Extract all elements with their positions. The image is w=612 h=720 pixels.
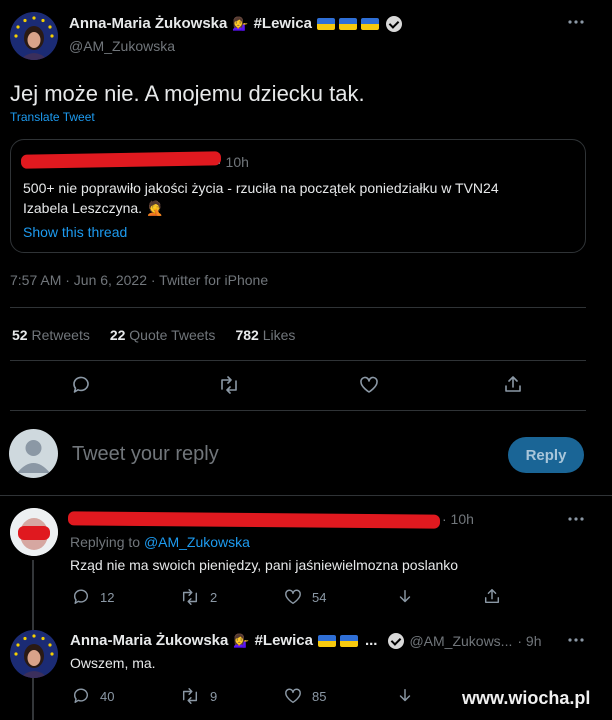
verified-badge-icon (385, 15, 402, 32)
redacted-reply1-author (67, 511, 441, 529)
retweet-icon[interactable] (218, 375, 240, 395)
reply1-retweet-count: 2 (210, 589, 218, 605)
reply1-more-options-icon[interactable] (566, 515, 586, 523)
verified-badge-icon (388, 632, 405, 649)
reply-icon[interactable] (71, 375, 91, 395)
reply2-time: · 9h (517, 632, 542, 649)
likes-label: Likes (262, 327, 296, 343)
quoted-tweet-text-line2: Izabela Leszczyna. 🤦 (23, 200, 164, 216)
reply2-reply-count: 40 (100, 688, 115, 704)
reply2-react-icon[interactable] (396, 687, 414, 705)
reply-icon (73, 589, 88, 605)
person-gesture-icon: 💁‍♀️ (233, 632, 250, 648)
reply1-time: · 10h (442, 511, 474, 527)
show-thread-link[interactable]: Show this thread (23, 224, 127, 240)
reply1-text: Rząd nie ma swoich pieniędzy, pani jaśni… (70, 557, 459, 573)
like-icon (285, 589, 301, 605)
quoted-tweet-time: · 10h (217, 154, 249, 170)
watermark: www.wiocha.pl (462, 688, 591, 708)
replying-to-handle[interactable]: @AM_Zukowska (144, 534, 250, 550)
reply2-reply-action[interactable]: 40 (72, 687, 114, 705)
reply2-retweet-count: 9 (210, 688, 218, 704)
likes-count: 782 (235, 327, 259, 343)
user-avatar[interactable] (9, 429, 58, 478)
reply-button[interactable]: Reply (508, 437, 584, 473)
reply1-retweet-action[interactable]: 2 (180, 588, 217, 606)
reply2-like-action[interactable]: 85 (284, 687, 326, 705)
redacted-quoted-author (20, 151, 222, 169)
share-icon[interactable] (503, 374, 523, 394)
reply1-like-action[interactable]: 54 (284, 588, 326, 606)
reply-button-label: Reply (525, 446, 567, 464)
reply1-share-icon[interactable] (483, 587, 501, 605)
reply1-avatar[interactable] (10, 508, 58, 556)
author-avatar[interactable] (10, 12, 58, 60)
reply2-text: Owszem, ma. (70, 655, 156, 671)
reply2-name-ellipsis: ... (364, 632, 378, 649)
reply2-more-options-icon[interactable] (566, 636, 586, 644)
reply2-author-tag[interactable]: #Lewica (255, 632, 313, 649)
replying-to-label: Replying to (70, 534, 141, 550)
ukraine-flag-icon (316, 17, 381, 30)
ukraine-flag-icon (317, 634, 360, 647)
reply2-handle[interactable]: @AM_Zukows... (409, 633, 512, 649)
quoted-tweet-card[interactable]: · 10h 500+ nie poprawiło jakości życia -… (10, 139, 586, 253)
reply1-reply-count: 12 (100, 589, 115, 605)
translate-tweet-link[interactable]: Translate Tweet (10, 110, 95, 124)
reply2-retweet-action[interactable]: 9 (180, 687, 217, 705)
quote-tweets-count: 22 (109, 327, 126, 343)
author-handle[interactable]: @AM_Zukowska (69, 38, 175, 54)
reply-icon (73, 688, 88, 704)
retweet-icon (182, 589, 198, 605)
reply1-like-count: 54 (312, 589, 327, 605)
reply2-avatar[interactable] (10, 630, 58, 678)
likes-stat[interactable]: 782 Likes (235, 327, 295, 343)
quote-tweets-stat[interactable]: 22 Quote Tweets (110, 327, 216, 343)
tweet-text: Jej może nie. A mojemu dziecku tak. (10, 81, 365, 106)
author-avatar-image (10, 12, 58, 60)
author-name[interactable]: Anna-Maria Żukowska (69, 15, 227, 32)
retweets-label: Retweets (31, 327, 90, 343)
quoted-tweet-text-line1: 500+ nie poprawiło jakości życia - rzuci… (23, 180, 499, 196)
reply-input[interactable]: Tweet your reply (72, 443, 492, 466)
like-icon[interactable] (359, 375, 379, 395)
reply2-like-count: 85 (312, 688, 327, 704)
retweet-icon (182, 688, 198, 704)
reply2-author-name[interactable]: Anna-Maria Żukowska (70, 632, 228, 649)
retweets-stat[interactable]: 52 Retweets (12, 327, 90, 343)
more-options-icon[interactable] (566, 18, 586, 26)
quote-tweets-label: Quote Tweets (129, 327, 216, 343)
author-tag[interactable]: #Lewica (254, 15, 312, 32)
tweet-timestamp[interactable]: 7:57 AM · Jun 6, 2022 · Twitter for iPho… (10, 272, 268, 288)
person-gesture-icon: 💁‍♀️ (232, 15, 249, 31)
reply1-reply-action[interactable]: 12 (72, 588, 114, 606)
reply1-react-icon[interactable] (396, 588, 414, 606)
like-icon (285, 688, 301, 704)
retweets-count: 52 (12, 327, 28, 343)
